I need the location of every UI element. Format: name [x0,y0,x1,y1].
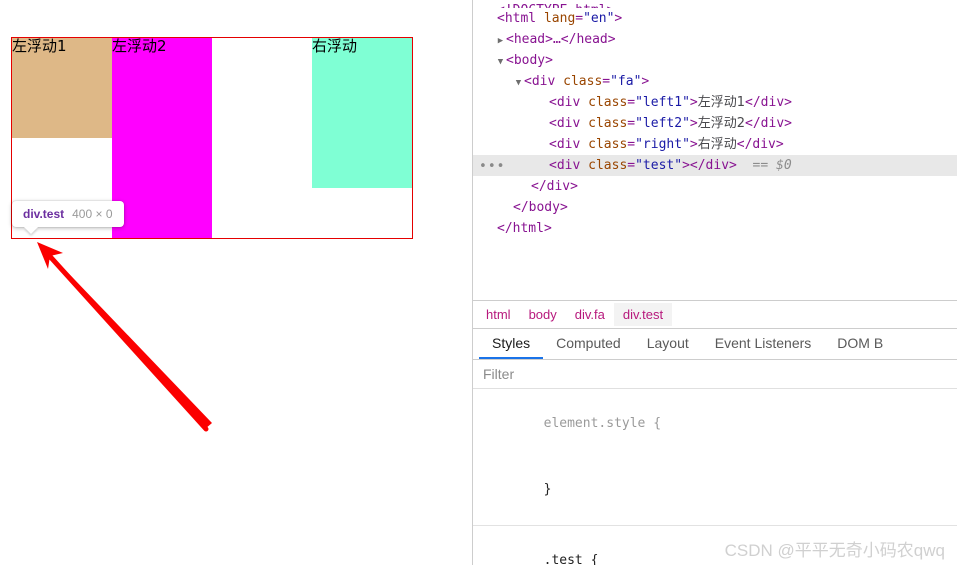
dom-token-tag: <html [497,11,537,26]
browser-page-preview: 左浮动1 左浮动2 右浮动 div.test 400 × 0 [0,0,472,565]
dom-token-text: 右浮动 [697,137,737,152]
dom-token-endtag: </div> [745,116,792,131]
dom-token-text: 左浮动2 [697,116,746,131]
dom-token-close: > [682,158,690,173]
dom-row[interactable]: </body> [473,197,957,218]
dom-token-tag: <div [549,95,581,110]
dom-token-value: "right" [635,137,690,152]
dom-token-attr: class [588,137,628,152]
float-box-left2: 左浮动2 [112,37,212,238]
breadcrumb-item-html[interactable]: html [477,303,520,326]
style-rule-close: } [481,457,957,523]
dom-token-endtag: </div> [689,158,737,173]
float-box-right: 右浮动 [312,37,412,188]
styles-sidebar-tabs: Styles Computed Layout Event Listeners D… [473,328,957,360]
expand-triangle-icon[interactable]: ▶ [495,31,506,52]
dom-token-attr: lang [543,11,576,26]
dom-token-tag: <div [549,137,581,152]
inspect-tooltip-dimensions: 400 × 0 [72,207,113,221]
dom-token-close: > [689,116,698,131]
style-rule-close-brace: } [543,482,552,497]
dom-row[interactable]: <html lang="en"> [473,8,957,29]
tab-dom-breakpoints[interactable]: DOM B [824,332,896,359]
dom-token-value: "left1" [635,95,690,110]
dom-token-close: > [689,95,698,110]
dom-token-tag: <div [549,116,581,131]
style-rule-selector-text: .test { [543,553,599,565]
dom-row[interactable]: ▼ <body> [473,50,957,71]
more-ellipsis-icon[interactable]: ••• [479,156,505,177]
dom-token-attr: class [588,158,628,173]
dom-token-tag: <div [549,158,581,173]
style-rule-selector: element.style { [481,391,957,457]
style-rule-selector-text: element.style { [543,416,662,431]
float-box-left1: 左浮动1 [12,37,112,138]
watermark-text: CSDN @平平无奇小码农qwq [724,541,945,560]
styles-filter-bar[interactable]: Filter [473,360,957,389]
dom-token-attr: class [563,74,603,89]
dom-row[interactable]: <!DOCTYPE html> [473,0,957,8]
dom-row[interactable]: ▶ <head>…</head> [473,29,957,50]
dom-token-value: "test" [635,158,683,173]
dom-row-div-close: </div> [531,179,578,194]
breadcrumb: html body div.fa div.test [473,300,957,328]
dom-row-selected[interactable]: ••• <div class="test"></div> == $0 [473,155,957,176]
dom-row[interactable]: </html> [473,218,957,239]
dom-token-close: > [614,11,623,26]
collapse-triangle-icon[interactable]: ▼ [495,52,506,73]
dom-token-endtag: </div> [736,137,784,152]
float-box-right-label: 右浮动 [312,37,358,55]
breadcrumb-item-body[interactable]: body [520,303,566,326]
breadcrumb-item-div-test[interactable]: div.test [613,303,673,326]
dom-row[interactable]: <div class="left1">左浮动1</div> [473,92,957,113]
collapse-triangle-icon[interactable]: ▼ [513,73,524,94]
dom-token-tag: <div [524,74,556,89]
dom-token-attr: class [588,116,628,131]
style-rule-element-style[interactable]: element.style { } [473,389,957,526]
dom-token-attr: class [588,95,628,110]
inspect-tooltip-selector: div.test [23,207,65,221]
dom-tree[interactable]: <!DOCTYPE html> <html lang="en"> ▶<head>… [473,0,957,300]
dom-row-body-close: </body> [513,200,568,215]
dom-token-close: > [641,74,650,89]
dom-token-selected-ref: == $0 [752,158,792,173]
dom-token-endtag: </div> [745,95,792,110]
dom-token-text: 左浮动1 [697,95,746,110]
tab-computed[interactable]: Computed [543,332,634,359]
dom-row-head: <head>…</head> [506,32,616,47]
dom-row[interactable]: ▼ <div class="fa"> [473,71,957,92]
dom-row[interactable]: <div class="left2">左浮动2</div> [473,113,957,134]
tab-event-listeners[interactable]: Event Listeners [702,332,825,359]
dom-row[interactable]: <div class="right">右浮动</div> [473,134,957,155]
dom-token-value: "left2" [635,116,690,131]
styles-filter-input[interactable]: Filter [483,366,514,382]
dom-token-close: > [689,137,698,152]
float-box-left1-label: 左浮动1 [12,37,67,55]
float-box-left2-label: 左浮动2 [112,37,167,55]
dom-row-html-close: </html> [497,221,552,236]
element-inspect-tooltip: div.test 400 × 0 [12,201,124,227]
tab-styles[interactable]: Styles [479,332,544,359]
dom-row-body-open: <body> [506,53,553,68]
dom-row[interactable]: </div> [473,176,957,197]
tab-layout[interactable]: Layout [634,332,702,359]
dom-token-value: "en" [583,11,615,26]
dom-token-value: "fa" [610,74,642,89]
breadcrumb-item-div-fa[interactable]: div.fa [566,303,614,326]
devtools-panel: <!DOCTYPE html> <html lang="en"> ▶<head>… [472,0,957,565]
